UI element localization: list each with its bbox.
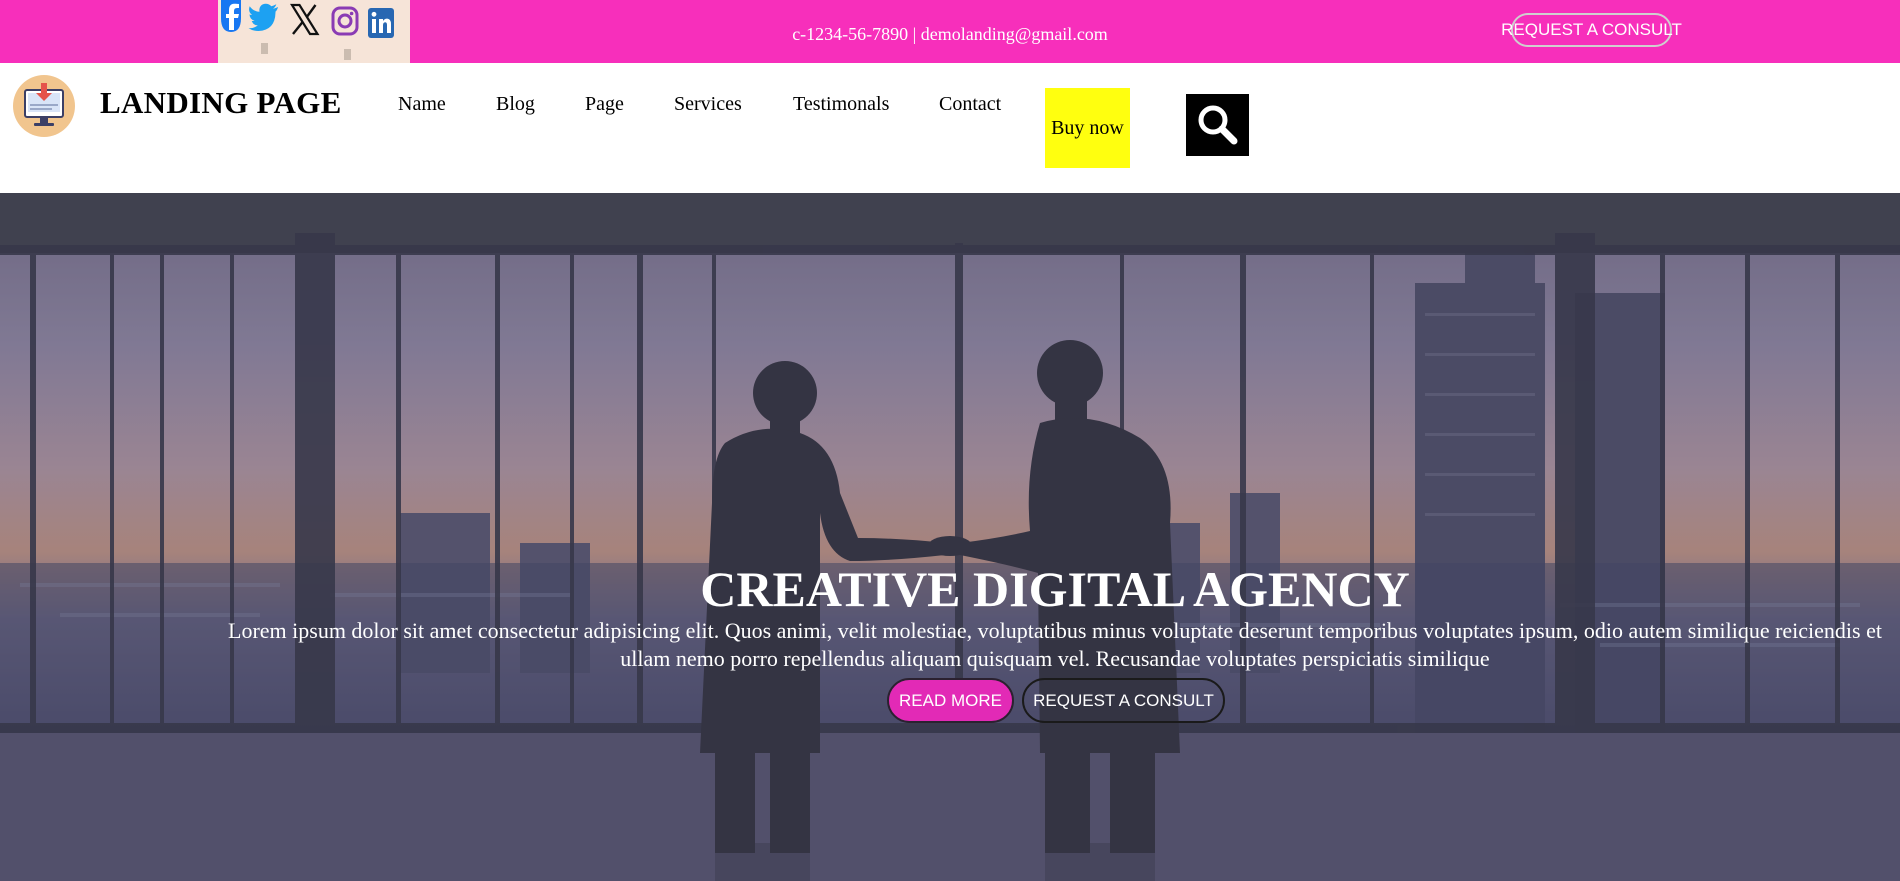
- nav-item-contact[interactable]: Contact: [939, 93, 1001, 116]
- x-icon[interactable]: [290, 0, 320, 43]
- instagram-icon[interactable]: [330, 0, 360, 45]
- site-header: LANDING PAGE Name Blog Page Services Tes…: [0, 63, 1900, 193]
- hero-request-consult-button[interactable]: REQUEST A CONSULT: [1022, 678, 1225, 723]
- decorative-peg: [261, 43, 268, 54]
- social-links: [218, 0, 410, 63]
- download-monitor-icon[interactable]: [12, 74, 76, 138]
- hero-actions: READ MORE REQUEST A CONSULT: [887, 678, 1225, 723]
- facebook-icon[interactable]: [218, 0, 244, 45]
- hero-title: CREATIVE DIGITAL AGENCY: [700, 561, 1410, 617]
- hero-background-image: [0, 193, 1900, 881]
- read-more-button[interactable]: READ MORE: [887, 678, 1014, 723]
- buy-now-button[interactable]: Buy now: [1045, 88, 1130, 168]
- nav-item-blog[interactable]: Blog: [496, 93, 535, 116]
- hero-description: Lorem ipsum dolor sit amet consectetur a…: [228, 618, 1882, 671]
- decorative-peg: [344, 49, 351, 60]
- brand-title: LANDING PAGE: [100, 85, 342, 120]
- twitter-icon[interactable]: [248, 0, 280, 43]
- request-consult-button[interactable]: REQUEST A CONSULT: [1501, 13, 1682, 47]
- contact-info: c-1234-56-7890 | demolanding@gmail.com: [792, 24, 1108, 44]
- nav-item-testimonals[interactable]: Testimonals: [793, 93, 889, 116]
- search-button[interactable]: [1186, 94, 1249, 156]
- nav-item-name[interactable]: Name: [398, 93, 446, 116]
- nav-item-page[interactable]: Page: [585, 93, 624, 116]
- search-icon: [1198, 105, 1238, 145]
- linkedin-icon[interactable]: [366, 0, 396, 47]
- hero-section: CREATIVE DIGITAL AGENCY Lorem ipsum dolo…: [0, 193, 1900, 881]
- top-bar: c-1234-56-7890 | demolanding@gmail.com R…: [0, 0, 1900, 63]
- nav-item-services[interactable]: Services: [674, 93, 742, 116]
